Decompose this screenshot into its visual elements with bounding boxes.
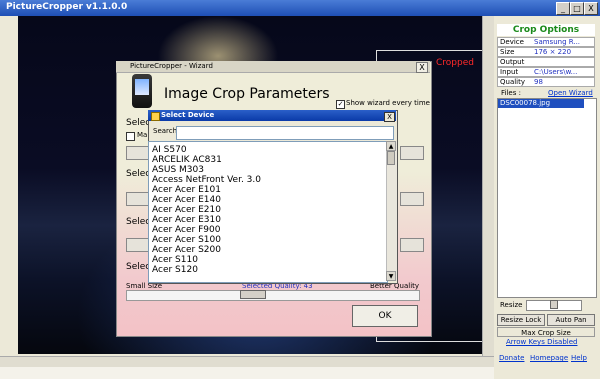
device-list-item[interactable]: Acer Acer E210: [152, 205, 221, 215]
search-input[interactable]: [176, 126, 394, 140]
cropped-label: Cropped: [436, 58, 474, 68]
option-row-input[interactable]: Input C:\Users\w...: [497, 67, 595, 77]
resize-label: Resize: [500, 301, 523, 309]
device-list-item[interactable]: Acer Acer E101: [152, 185, 221, 195]
option-value: C:\Users\w...: [534, 68, 578, 76]
select-device-title: Select Device: [161, 111, 215, 119]
option-value: 176 × 220: [534, 48, 572, 56]
option-label: Size: [500, 48, 515, 56]
select-device-close-button[interactable]: X: [384, 112, 395, 122]
option-label: Input: [500, 68, 519, 76]
wizard-heading: Image Crop Parameters: [164, 86, 330, 102]
files-label: Files :: [501, 89, 521, 97]
wizard-output-field[interactable]: [126, 238, 150, 252]
device-list-item[interactable]: Acer Acer F900: [152, 225, 220, 235]
scroll-up-arrow-icon[interactable]: ▲: [386, 141, 396, 151]
arrow-keys-link[interactable]: Arrow Keys Disabled: [506, 338, 577, 346]
resize-slider-thumb[interactable]: [550, 300, 558, 309]
app-icon: [151, 112, 160, 121]
show-wizard-label: Show wizard every time: [346, 99, 430, 107]
scroll-down-arrow-icon[interactable]: ▼: [386, 271, 396, 281]
option-label: Device: [500, 38, 524, 46]
option-value: Samsung R...: [534, 38, 581, 46]
wizard-label-size: Selec: [126, 169, 151, 179]
device-list-item[interactable]: Acer Acer E140: [152, 195, 221, 205]
phone-screen-icon: [135, 79, 149, 95]
option-value: 98: [534, 78, 543, 86]
device-list[interactable]: AI S570 ARCELIK AC831 ASUS M303 Access N…: [148, 141, 388, 283]
quality-slider-thumb[interactable]: [240, 290, 266, 299]
wizard-checkbox[interactable]: [126, 132, 135, 141]
device-list-item[interactable]: Acer Acer S200: [152, 245, 221, 255]
file-list[interactable]: [497, 98, 597, 298]
wizard-title: PictureCropper - Wizard: [130, 62, 213, 70]
window-title: PictureCropper v1.1.0.0: [6, 2, 128, 12]
crop-options-header: Crop Options: [497, 24, 595, 36]
device-list-item[interactable]: Acer S110: [152, 255, 198, 265]
device-list-item[interactable]: ASUS M303: [152, 165, 204, 175]
device-list-scroll-thumb[interactable]: [387, 151, 395, 165]
option-row-output[interactable]: Output: [497, 57, 595, 67]
device-list-item[interactable]: ARCELIK AC831: [152, 155, 222, 165]
device-list-item[interactable]: Acer Acer S100: [152, 235, 221, 245]
wizard-size-button[interactable]: [400, 192, 424, 206]
ok-button[interactable]: OK: [352, 305, 418, 327]
wizard-label-output: Selec: [126, 217, 151, 227]
donate-link[interactable]: Donate: [499, 354, 524, 362]
homepage-link[interactable]: Homepage: [530, 354, 568, 362]
wizard-output-button[interactable]: [400, 238, 424, 252]
option-label: Quality: [500, 78, 526, 86]
bottom-strip: [0, 367, 494, 379]
device-list-item[interactable]: Acer Acer E310: [152, 215, 221, 225]
minimize-button[interactable]: _: [556, 2, 570, 15]
search-label: Search: [153, 127, 178, 135]
device-list-item[interactable]: AI S570: [152, 145, 187, 155]
file-list-item[interactable]: DSC00078.jpg: [498, 99, 584, 108]
maximize-button[interactable]: □: [570, 2, 584, 15]
help-link[interactable]: Help: [571, 354, 587, 362]
quality-slider[interactable]: [126, 290, 420, 301]
wizard-label-quality: Selec: [126, 262, 151, 272]
option-row-device[interactable]: Device Samsung R...: [497, 37, 595, 47]
option-row-quality[interactable]: Quality 98: [497, 77, 595, 87]
close-button[interactable]: X: [584, 2, 598, 15]
device-list-item[interactable]: Access NetFront Ver. 3.0: [152, 175, 261, 185]
option-row-size[interactable]: Size 176 × 220: [497, 47, 595, 57]
option-label: Output: [500, 58, 525, 66]
wizard-size-field[interactable]: [126, 192, 150, 206]
max-crop-size-button[interactable]: Max Crop Size: [497, 327, 595, 337]
wizard-device-field[interactable]: [126, 146, 150, 160]
wizard-device-button[interactable]: [400, 146, 424, 160]
resize-lock-button[interactable]: Resize Lock: [497, 314, 545, 326]
auto-pan-button[interactable]: Auto Pan: [547, 314, 595, 326]
show-wizard-checkbox[interactable]: ✓: [336, 100, 345, 109]
open-wizard-link[interactable]: Open Wizard: [548, 89, 593, 97]
wizard-close-button[interactable]: X: [416, 62, 428, 73]
wizard-checkbox-label: Ma: [137, 131, 148, 139]
device-list-item[interactable]: Acer S120: [152, 265, 198, 275]
